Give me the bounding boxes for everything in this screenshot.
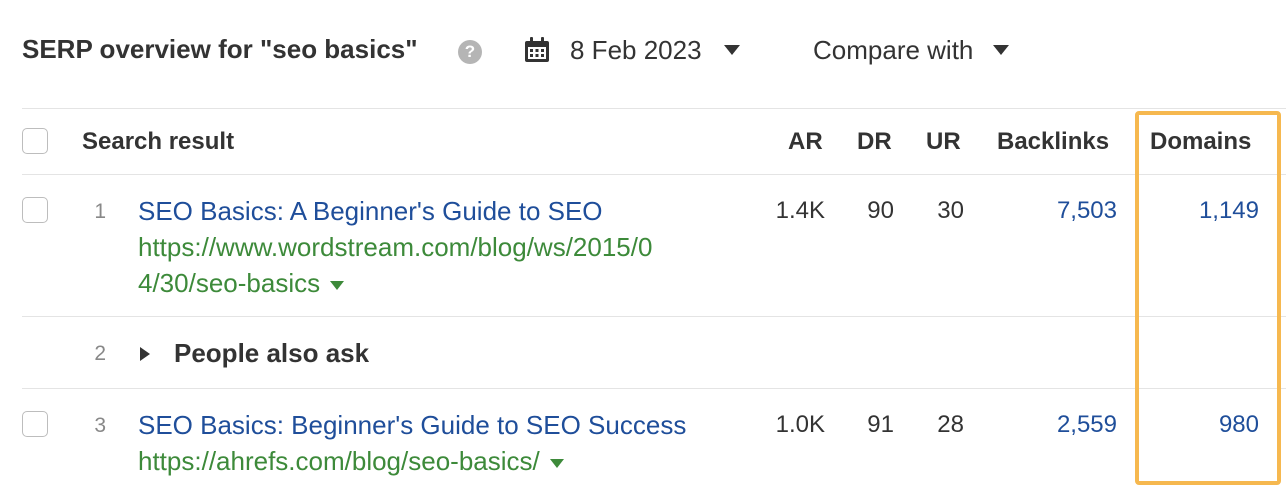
compare-label: Compare with xyxy=(813,34,974,65)
result-url-link[interactable]: https://www.wordstream.com/blog/ws/2015/… xyxy=(138,229,652,301)
divider xyxy=(22,174,1286,175)
row-checkbox[interactable] xyxy=(22,411,48,437)
chevron-down-icon xyxy=(723,45,740,55)
select-all-checkbox[interactable] xyxy=(22,128,48,154)
row-position: 1 xyxy=(94,200,106,223)
domains-link[interactable]: 980 xyxy=(1219,411,1259,439)
dr-value: 91 xyxy=(867,411,894,438)
row-position: 3 xyxy=(94,414,106,437)
row-position: 2 xyxy=(94,342,106,365)
date-label: 8 Feb 2023 xyxy=(570,34,702,65)
backlinks-link[interactable]: 2,559 xyxy=(1057,411,1117,439)
domains-column-highlight xyxy=(1135,111,1281,485)
people-also-ask-label: People also ask xyxy=(174,338,370,368)
backlinks-link[interactable]: 7,503 xyxy=(1057,197,1117,225)
caret-down-icon[interactable] xyxy=(549,458,564,468)
column-header-search-result[interactable]: Search result xyxy=(82,128,234,156)
dr-value: 90 xyxy=(867,197,894,224)
url-line: https://ahrefs.com/blog/seo-basics/ xyxy=(138,446,540,476)
column-header-ur[interactable]: UR xyxy=(926,128,961,156)
compare-with-dropdown[interactable]: Compare with xyxy=(813,32,1010,68)
result-url-link[interactable]: https://ahrefs.com/blog/seo-basics/ xyxy=(138,443,564,479)
ur-value: 28 xyxy=(937,411,964,438)
column-header-ar[interactable]: AR xyxy=(788,128,823,156)
caret-right-icon xyxy=(140,346,150,361)
serp-header: SERP overview for "seo basics" ? 8 Feb 2… xyxy=(0,0,1286,100)
divider xyxy=(22,108,1286,109)
ur-value: 30 xyxy=(937,197,964,224)
column-header-dr[interactable]: DR xyxy=(857,128,892,156)
url-line: https://www.wordstream.com/blog/ws/2015/… xyxy=(138,232,653,262)
column-header-backlinks[interactable]: Backlinks xyxy=(997,128,1109,156)
column-header-domains[interactable]: Domains xyxy=(1150,128,1251,156)
date-picker[interactable]: 8 Feb 2023 xyxy=(524,32,740,68)
url-line-wrap: 4/30/seo-basics xyxy=(138,265,652,301)
divider xyxy=(22,316,1286,317)
ar-value: 1.0K xyxy=(775,411,825,438)
domains-link[interactable]: 1,149 xyxy=(1199,197,1259,225)
page-title: SERP overview for "seo basics" xyxy=(22,34,418,64)
people-also-ask-toggle[interactable]: People also ask xyxy=(140,338,369,369)
result-title-link[interactable]: SEO Basics: A Beginner's Guide to SEO xyxy=(138,196,603,227)
calendar-icon xyxy=(525,37,549,62)
divider xyxy=(22,388,1286,389)
url-line: 4/30/seo-basics xyxy=(138,268,321,298)
ar-value: 1.4K xyxy=(775,197,825,224)
caret-down-icon[interactable] xyxy=(330,280,345,290)
result-title-link[interactable]: SEO Basics: Beginner's Guide to SEO Succ… xyxy=(138,410,686,441)
row-checkbox[interactable] xyxy=(22,197,48,223)
question-circle-icon[interactable]: ? xyxy=(458,40,482,64)
chevron-down-icon xyxy=(993,45,1010,55)
